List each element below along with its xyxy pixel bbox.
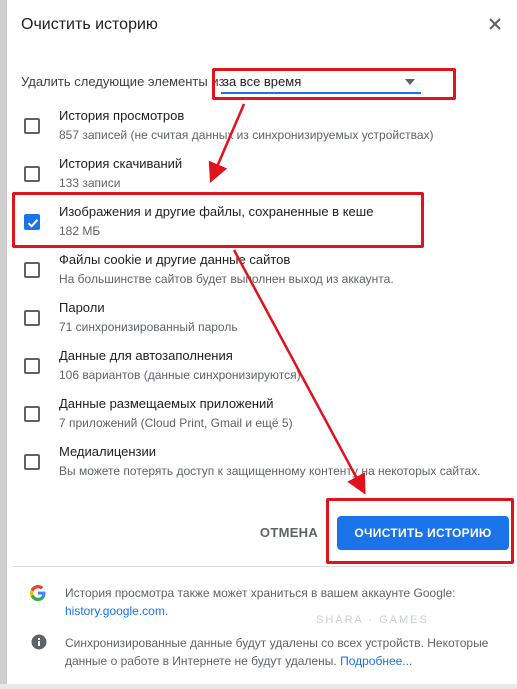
- annotation-arrows: [208, 103, 366, 495]
- arrow-to-clear-button: [232, 249, 366, 495]
- bottom-strip: [0, 684, 517, 689]
- arrow-to-cache-option: [208, 103, 246, 183]
